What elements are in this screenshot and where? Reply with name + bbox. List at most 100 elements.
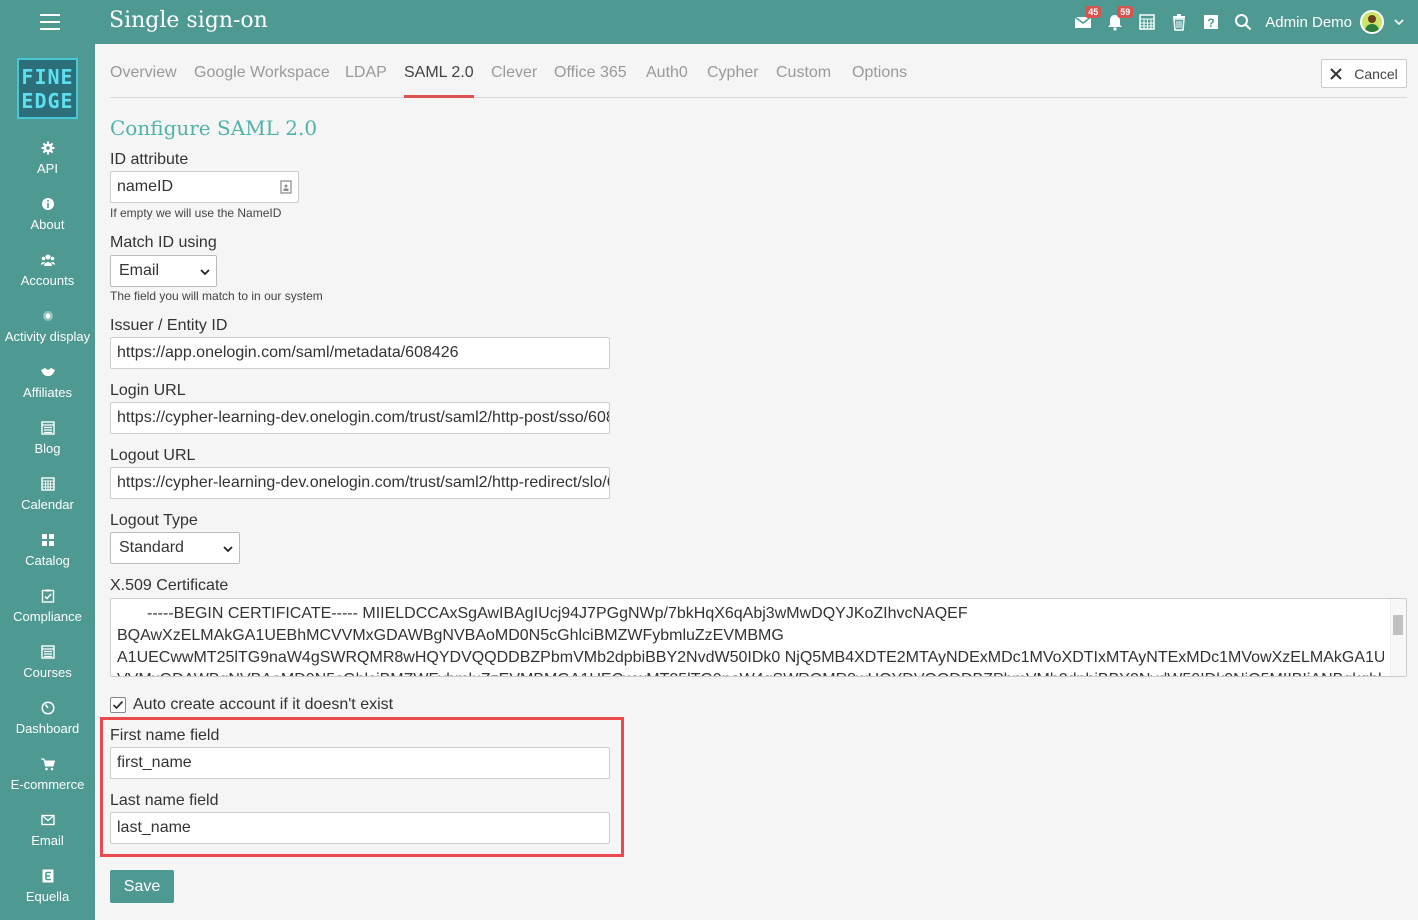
checklist-icon [41, 589, 54, 603]
id-attribute-input[interactable]: nameID [110, 171, 299, 203]
grid-icon [41, 534, 54, 546]
sidebar-item-compliance[interactable]: Compliance [0, 589, 95, 645]
sidebar-item-label: Email [31, 833, 64, 848]
match-id-value: Email [119, 262, 160, 279]
tab-clever[interactable]: Clever [491, 64, 537, 98]
tab-overview[interactable]: Overview [110, 64, 177, 98]
help-button[interactable]: ? [1195, 0, 1227, 44]
sidebar-item-dashboard[interactable]: Dashboard [0, 701, 95, 757]
first-name-input[interactable]: first_name [110, 747, 610, 779]
sidebar-item-label: About [30, 217, 65, 232]
user-name[interactable]: Admin Demo [1265, 14, 1352, 31]
sidebar-item-blog[interactable]: Blog [0, 421, 95, 477]
tab-custom[interactable]: Custom [776, 64, 831, 98]
sidebar-item-courses[interactable]: Courses [0, 645, 95, 701]
login-url-label: Login URL [110, 382, 186, 399]
checkmark-icon [112, 700, 124, 710]
logout-url-input[interactable]: https://cypher-learning-dev.onelogin.com… [110, 467, 610, 499]
main-content: Overview Google Workspace LDAP SAML 2.0 … [100, 44, 1408, 920]
top-toolbar: 45 59 ? Admin Demo [1067, 0, 1404, 44]
scrollbar[interactable] [1390, 599, 1406, 676]
tab-saml[interactable]: SAML 2.0 [404, 64, 474, 98]
certificate-line: -----BEGIN CERTIFICATE----- MIIELDCCAxSg… [147, 605, 968, 622]
certificate-line: A1UECwwMT25lTG9naW4gSWRQMR8wHQYDVQQDDBZP… [117, 649, 1384, 666]
info-icon [41, 198, 54, 210]
calendar-button[interactable] [1131, 0, 1163, 44]
sidebar-item-label: Calendar [21, 497, 74, 512]
sidebar-item-accounts[interactable]: Accounts [0, 253, 95, 309]
search-button[interactable] [1227, 0, 1259, 44]
notifications-button[interactable]: 59 [1099, 0, 1134, 44]
calendar-icon [40, 477, 55, 491]
sidebar-item-label: Catalog [25, 553, 70, 568]
handshake-icon [40, 368, 55, 376]
scrollbar-thumb[interactable] [1393, 615, 1403, 635]
tab-auth0[interactable]: Auth0 [646, 64, 688, 98]
messages-button[interactable]: 45 [1067, 0, 1102, 44]
tab-options[interactable]: Options [852, 64, 907, 98]
chevron-down-icon[interactable] [1394, 17, 1404, 27]
certificate-line: BQAwXzELMAkGA1UEBhMCVVMxGDAWBgNVBAoMD0N5… [117, 627, 784, 644]
tab-bar: Overview Google Workspace LDAP SAML 2.0 … [110, 54, 1407, 98]
trash-icon [1173, 14, 1186, 31]
avatar[interactable] [1360, 10, 1384, 34]
chevron-down-icon [223, 546, 233, 553]
password-manager-icon[interactable] [280, 180, 292, 194]
logout-type-value: Standard [119, 539, 184, 556]
match-id-select[interactable]: Email [110, 255, 217, 287]
sidebar-item-about[interactable]: About [0, 197, 95, 253]
id-attribute-value: nameID [117, 178, 174, 195]
logo[interactable]: FINE EDGE [17, 58, 78, 119]
sidebar-item-e-commerce[interactable]: E-commerce [0, 757, 95, 813]
sidebar-item-label: Affiliates [23, 385, 72, 400]
close-icon [1330, 67, 1342, 80]
logo-line-1: FINE [21, 64, 74, 89]
section-title: Configure SAML 2.0 [110, 116, 318, 140]
sidebar-item-label: Accounts [20, 273, 75, 288]
e-icon [42, 869, 53, 883]
page-title: Single sign-on [109, 8, 268, 33]
issuer-label: Issuer / Entity ID [110, 317, 228, 334]
sidebar-item-label: Courses [23, 665, 72, 680]
sidebar-item-activity-display[interactable]: Activity display [0, 309, 95, 365]
last-name-input[interactable]: last_name [110, 812, 610, 844]
logo-line-2: EDGE [21, 88, 74, 113]
sidebar-item-equella[interactable]: Equella [0, 869, 95, 920]
sidebar-item-calendar[interactable]: Calendar [0, 477, 95, 533]
match-id-hint: The field you will match to in our syste… [110, 289, 323, 303]
envelope-icon [40, 814, 55, 826]
sidebar-item-email[interactable]: Email [0, 813, 95, 869]
sidebar-item-api[interactable]: API [0, 141, 95, 197]
trash-button[interactable] [1163, 0, 1195, 44]
sidebar: FINE EDGE API About Accounts Activity di… [0, 44, 95, 920]
auto-create-checkbox[interactable] [110, 697, 126, 713]
auto-create-row: Auto create account if it doesn't exist [110, 695, 393, 715]
save-button[interactable]: Save [110, 870, 174, 903]
cancel-button[interactable]: Cancel [1321, 59, 1407, 88]
sidebar-item-label: Dashboard [15, 721, 80, 736]
tab-office-365[interactable]: Office 365 [554, 64, 627, 98]
sidebar-item-label: Compliance [13, 609, 82, 624]
id-attribute-label: ID attribute [110, 151, 189, 168]
help-icon: ? [1204, 15, 1219, 30]
logout-type-select[interactable]: Standard [110, 532, 240, 564]
issuer-input[interactable]: https://app.onelogin.com/saml/metadata/6… [110, 337, 610, 369]
sidebar-item-affiliates[interactable]: Affiliates [0, 365, 95, 421]
sidebar-item-catalog[interactable]: Catalog [0, 533, 95, 589]
top-bar: Single sign-on 45 59 ? Admin Demo [0, 0, 1418, 44]
login-url-input[interactable]: https://cypher-learning-dev.onelogin.com… [110, 402, 610, 434]
certificate-line: VVMxGDAWBgNVBAoMD0N5cGhlciBMZWFybmluZzEV… [117, 669, 1384, 676]
list-icon [40, 645, 55, 659]
logout-type-label: Logout Type [110, 512, 198, 529]
sidebar-item-label: Activity display [4, 329, 91, 344]
sidebar-item-label: API [37, 161, 58, 176]
users-icon [40, 254, 55, 266]
tab-google-workspace[interactable]: Google Workspace [194, 64, 330, 98]
search-icon [1235, 14, 1252, 31]
certificate-textarea[interactable]: -----BEGIN CERTIFICATE----- MIIELDCCAxSg… [110, 598, 1407, 677]
menu-icon[interactable] [40, 14, 60, 30]
sidebar-item-label: E-commerce [10, 777, 85, 792]
tab-cypher[interactable]: Cypher [707, 64, 759, 98]
tab-ldap[interactable]: LDAP [345, 64, 387, 98]
svg-text:?: ? [1208, 16, 1215, 30]
